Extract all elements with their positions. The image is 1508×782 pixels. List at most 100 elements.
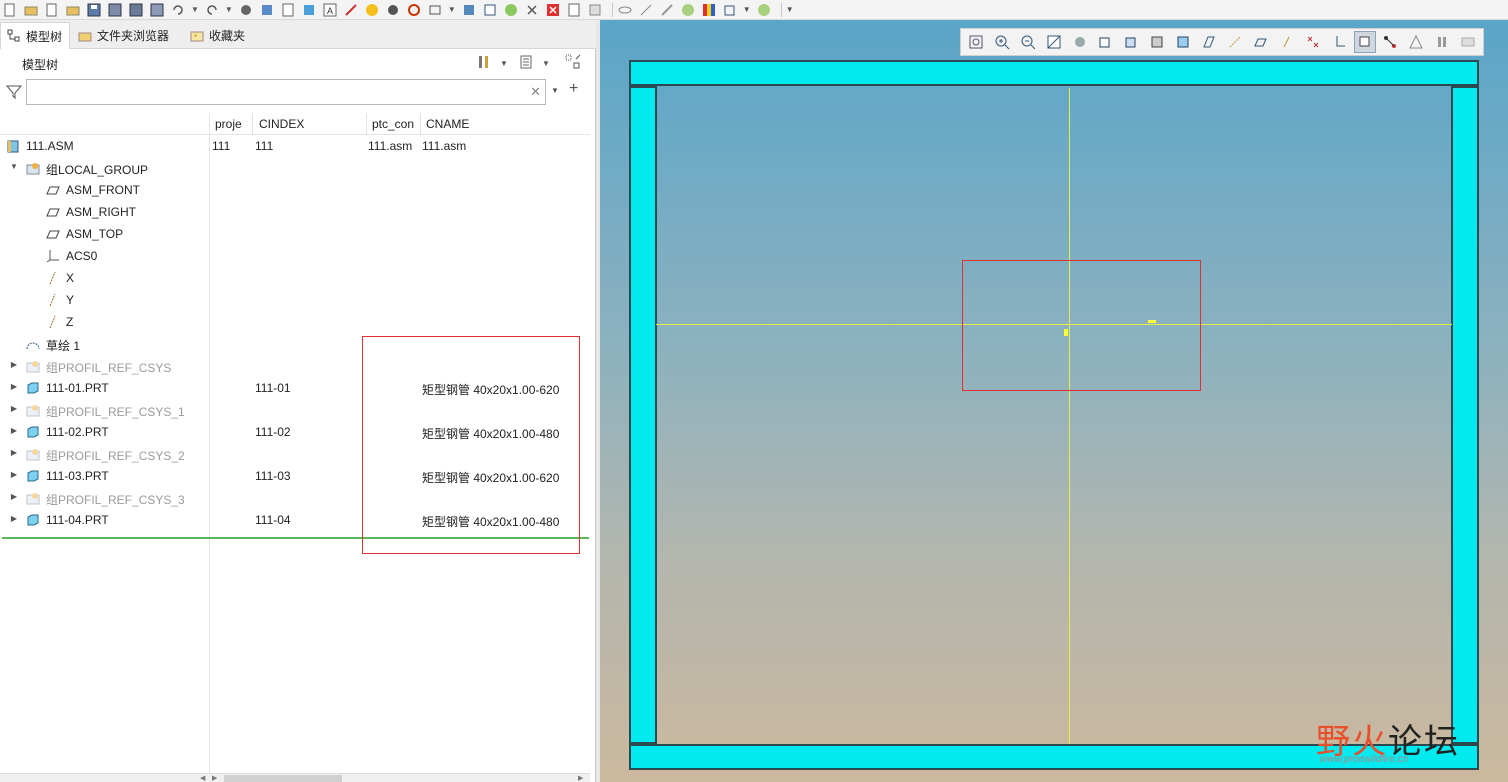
expand-right-icon[interactable]: ▶ (9, 426, 19, 436)
saved-orientations-icon[interactable] (1095, 31, 1117, 53)
expand-right-icon[interactable]: ▶ (9, 492, 19, 502)
zoom-out-icon[interactable] (1017, 31, 1039, 53)
top-beam[interactable] (629, 60, 1479, 86)
column-divider[interactable] (252, 113, 253, 135)
scroll-right-end-icon[interactable]: ▶ (578, 774, 583, 782)
save-all-icon[interactable] (128, 2, 144, 18)
save-icon[interactable] (86, 2, 102, 18)
left-beam[interactable] (629, 86, 657, 744)
tree-filter-button[interactable] (564, 54, 582, 72)
expand-right-icon[interactable]: ▶ (9, 360, 19, 370)
perspective-icon[interactable] (1146, 31, 1168, 53)
column-cname[interactable]: CNAME (426, 117, 526, 131)
smiley-icon[interactable] (364, 2, 380, 18)
point-tag-icon[interactable] (1302, 31, 1324, 53)
add-icon[interactable]: + (569, 80, 578, 98)
column-divider[interactable] (420, 113, 421, 135)
right-beam[interactable] (1451, 86, 1479, 744)
folder-icon[interactable] (65, 2, 81, 18)
settings-button[interactable]: ▼ (476, 54, 508, 72)
new-icon[interactable] (2, 2, 18, 18)
scroll-left-icon[interactable]: ◀ (200, 774, 205, 782)
spin-center-icon[interactable] (1353, 31, 1376, 53)
warning-icon[interactable] (1405, 31, 1427, 53)
search-dropdown-icon[interactable]: ▼ (551, 86, 559, 95)
text-icon[interactable]: A (322, 2, 338, 18)
window-icon[interactable] (427, 2, 443, 18)
pause-icon[interactable] (1431, 31, 1453, 53)
expand-right-icon[interactable]: ▶ (9, 382, 19, 392)
scroll-right-icon[interactable]: ▶ (212, 774, 217, 782)
save-copy-icon[interactable] (107, 2, 123, 18)
edit-icon[interactable] (482, 2, 498, 18)
regen-icon[interactable] (461, 2, 477, 18)
repaint-icon[interactable] (1043, 31, 1065, 53)
sketch-vertical-line[interactable] (1069, 88, 1070, 744)
expand-down-icon[interactable]: ▼ (9, 162, 19, 172)
expand-right-icon[interactable]: ▶ (9, 404, 19, 414)
column-cindex[interactable]: CINDEX (259, 117, 359, 131)
clear-icon[interactable]: ✕ (530, 84, 541, 100)
csys-display-icon[interactable] (1328, 31, 1350, 53)
cube-icon[interactable] (722, 2, 738, 18)
section-icon[interactable] (1172, 31, 1194, 53)
redo-icon[interactable] (204, 2, 220, 18)
regen-display-icon[interactable] (1457, 31, 1479, 53)
tree-row[interactable]: Y (0, 289, 590, 311)
tree-row[interactable]: ASM_FRONT (0, 179, 590, 201)
backup-icon[interactable] (149, 2, 165, 18)
regen-manager-icon[interactable] (259, 2, 275, 18)
regenerate-icon[interactable] (238, 2, 254, 18)
show-button[interactable]: ▼ (518, 54, 550, 72)
assemble-icon[interactable] (301, 2, 317, 18)
redo-dropdown-icon[interactable]: ▼ (225, 5, 233, 14)
search-input[interactable] (31, 83, 521, 101)
tab-folder-browser[interactable]: 文件夹浏览器 (72, 22, 175, 49)
expand-right-icon[interactable]: ▶ (9, 448, 19, 458)
undo-icon[interactable] (170, 2, 186, 18)
expand-right-icon[interactable]: ▶ (9, 470, 19, 480)
green-ball-icon[interactable] (503, 2, 519, 18)
axis-display-icon[interactable] (1224, 31, 1246, 53)
render-ball-icon[interactable] (680, 2, 696, 18)
eye-icon[interactable] (617, 2, 633, 18)
display-ball-icon[interactable] (756, 2, 772, 18)
column-ptc-con[interactable]: ptc_con (372, 117, 418, 131)
appearance-icon[interactable] (701, 2, 717, 18)
tree-row[interactable]: ▼ 组LOCAL_GROUP (0, 157, 590, 179)
undo-dropdown-icon[interactable]: ▼ (191, 5, 199, 14)
sketch-icon[interactable] (343, 2, 359, 18)
tree-row[interactable]: ACS0 (0, 245, 590, 267)
info-icon[interactable] (566, 2, 582, 18)
graphics-window[interactable]: 野火论坛 www.proewildfire.cn (600, 20, 1508, 782)
document-icon[interactable] (44, 2, 60, 18)
target-icon[interactable] (406, 2, 422, 18)
expand-right-icon[interactable]: ▶ (9, 514, 19, 524)
measure-icon[interactable] (659, 2, 675, 18)
point-display-icon[interactable] (1276, 31, 1298, 53)
open-icon[interactable] (23, 2, 39, 18)
column-divider[interactable] (366, 113, 367, 135)
tree-row[interactable]: 111.ASM 111 111 111.asm 111.asm (0, 135, 590, 157)
annotation-display-icon[interactable] (1380, 31, 1402, 53)
window-dropdown-icon[interactable]: ▼ (448, 5, 456, 14)
cube-dropdown-icon[interactable]: ▼ (743, 5, 751, 14)
horizontal-scrollbar[interactable]: ◀ ▶ ▶ (0, 773, 590, 782)
filter-icon[interactable] (5, 84, 23, 100)
column-project[interactable]: proje (215, 117, 251, 131)
plane-tag-icon[interactable] (1250, 31, 1272, 53)
customize-dropdown-icon[interactable]: ▼ (786, 5, 794, 14)
tab-favorites[interactable]: * 收藏夹 (184, 22, 251, 49)
windows-icon[interactable] (587, 2, 603, 18)
display-style-icon[interactable] (1069, 31, 1091, 53)
tree-row[interactable]: ASM_RIGHT (0, 201, 590, 223)
tab-model-tree[interactable]: 模型树 (0, 22, 70, 49)
search-box[interactable]: ✕ (26, 79, 546, 105)
tree-row[interactable]: ASM_TOP (0, 223, 590, 245)
tree-row[interactable]: Z (0, 311, 590, 333)
view-manager-icon[interactable] (1120, 31, 1142, 53)
close-red-icon[interactable] (545, 2, 561, 18)
scroll-thumb[interactable] (224, 775, 342, 782)
datum-plane-display-icon[interactable] (1198, 31, 1220, 53)
zoom-in-icon[interactable] (991, 31, 1013, 53)
